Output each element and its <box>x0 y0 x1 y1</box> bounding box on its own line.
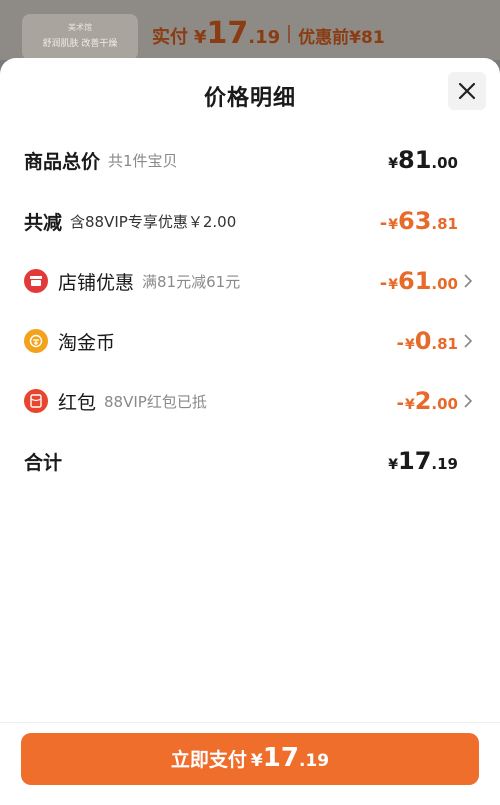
red-packet-amount: - ¥ 2 .00 <box>396 387 458 415</box>
pay-button-dec: .19 <box>298 751 330 771</box>
total-discount-amount: - ¥ 63 .81 <box>380 207 458 235</box>
backdrop-separator <box>288 24 291 43</box>
goods-total-label: 商品总价 <box>24 150 101 173</box>
store-discount-amount: - ¥ 61 .00 <box>380 267 458 295</box>
amount-sign: - <box>379 213 388 234</box>
currency: ¥ <box>388 457 399 473</box>
amount-dec: .00 <box>431 154 458 172</box>
thumbnail-brand-text: 美术馆 <box>68 23 92 32</box>
currency: ¥ <box>404 397 415 413</box>
backdrop-pay-int: 17 <box>206 16 249 51</box>
close-icon <box>458 82 476 100</box>
coins-amount: - ¥ 0 .81 <box>396 327 458 355</box>
amount-int: 81 <box>398 146 432 174</box>
coins-label: 淘金币 <box>58 331 116 354</box>
row-red-packet[interactable]: 红包 88VIP红包已抵 - ¥ 2 .00 <box>24 381 476 421</box>
sheet-title: 价格明细 <box>203 86 296 111</box>
amount-int: 63 <box>398 207 432 235</box>
product-thumbnail: 美术馆 舒润肌肤 改善干燥 <box>22 14 138 60</box>
amount-dec: .19 <box>431 455 458 473</box>
coin-icon <box>24 329 48 353</box>
total-discount-label: 共减 <box>24 211 63 234</box>
red-packet-sub: 88VIP红包已抵 <box>104 392 207 411</box>
red-packet-icon <box>24 389 48 413</box>
amount-sign: - <box>379 273 388 294</box>
amount-int: 61 <box>398 267 432 295</box>
pay-button-int: 17 <box>262 743 299 773</box>
amount-int: 2 <box>414 387 432 415</box>
chevron-right-icon <box>464 274 476 288</box>
amount-int: 17 <box>398 447 432 475</box>
amount-dec: .81 <box>431 335 458 353</box>
red-packet-label: 红包 <box>58 391 97 414</box>
pay-button-label: 立即支付 <box>170 749 247 771</box>
amount-sign: - <box>396 333 404 354</box>
price-detail-sheet: 价格明细 商品总价 共1件宝贝 ¥ 81 .00 共减 含88VIP专享优惠￥2… <box>0 58 500 805</box>
amount-dec: .00 <box>431 275 458 293</box>
sum-total-label: 合计 <box>24 451 63 474</box>
amount-int: 0 <box>414 327 432 355</box>
store-icon <box>24 269 48 293</box>
row-coins[interactable]: 淘金币 - ¥ 0 .81 <box>24 321 476 361</box>
row-total-discount: 共减 含88VIP专享优惠￥2.00 - ¥ 63 .81 <box>24 201 476 241</box>
thumbnail-caption: 舒润肌肤 改善干燥 <box>42 39 118 49</box>
pay-button-currency: ¥ <box>250 751 263 771</box>
backdrop-pay-dec: .19 <box>248 27 281 48</box>
chevron-right-icon <box>464 394 476 408</box>
amount-dec: .81 <box>431 215 458 233</box>
currency: ¥ <box>388 277 399 293</box>
row-sum-total: 合计 ¥ 17 .19 <box>24 441 476 481</box>
currency: ¥ <box>388 156 399 172</box>
pay-now-button[interactable]: 立即支付 ¥ 17 .19 <box>21 733 479 785</box>
backdrop-pay-label: 实付 <box>152 27 188 48</box>
goods-total-amount: ¥ 81 .00 <box>388 146 458 174</box>
footer-divider <box>0 722 500 723</box>
currency: ¥ <box>404 337 415 353</box>
row-store-discount[interactable]: 店铺优惠 满81元减61元 - ¥ 61 .00 <box>24 261 476 301</box>
store-discount-sub: 满81元减61元 <box>142 272 241 291</box>
backdrop-before-discount: 优惠前¥81 <box>298 28 385 48</box>
goods-total-sub: 共1件宝贝 <box>108 151 178 170</box>
currency: ¥ <box>388 217 399 233</box>
store-discount-label: 店铺优惠 <box>58 271 135 294</box>
sum-total-amount: ¥ 17 .19 <box>388 447 458 475</box>
total-discount-sub: 含88VIP专享优惠￥2.00 <box>70 212 237 231</box>
chevron-right-icon <box>464 334 476 348</box>
row-goods-total: 商品总价 共1件宝贝 ¥ 81 .00 <box>24 140 476 180</box>
amount-sign: - <box>396 393 404 414</box>
amount-dec: .00 <box>431 395 458 413</box>
backdrop-currency: ¥ <box>194 27 207 48</box>
close-button[interactable] <box>448 72 486 110</box>
backdrop-price-summary: 实付 ¥ 17 .19 优惠前¥81 <box>152 16 385 51</box>
